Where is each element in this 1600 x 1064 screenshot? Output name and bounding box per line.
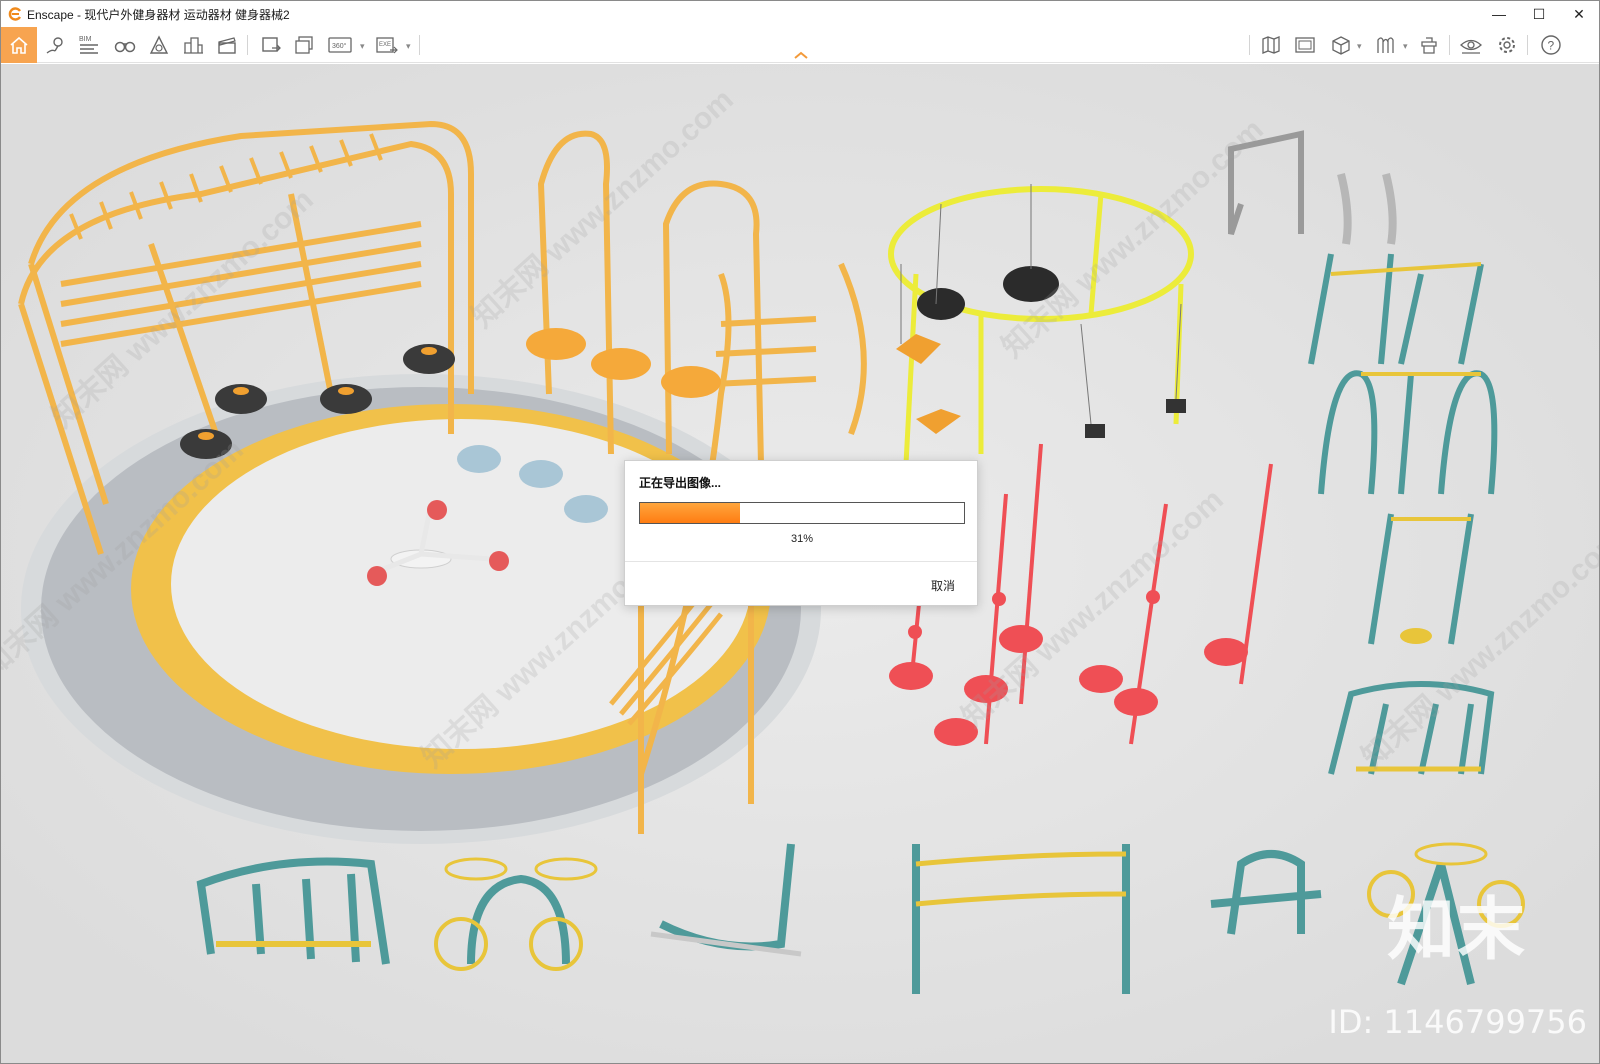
cancel-button[interactable]: 取消: [931, 577, 955, 594]
light-view-icon: [149, 35, 169, 54]
cube-dropdown-icon[interactable]: ▾: [1357, 41, 1362, 52]
cube-button[interactable]: [1327, 31, 1355, 59]
asset-dropdown-icon[interactable]: ▾: [1403, 41, 1408, 52]
panorama-360-icon: 360°: [328, 37, 352, 53]
panorama-dropdown-icon[interactable]: ▾: [360, 41, 365, 52]
batch-render-icon: [295, 36, 313, 54]
location-pin-button[interactable]: [41, 31, 69, 59]
export-progress-dialog: 正在导出图像... 31% 取消: [624, 460, 978, 606]
home-icon: [10, 36, 28, 54]
watermark-id: ID: 1146799756: [1328, 1003, 1587, 1041]
binoculars-button[interactable]: [111, 31, 139, 59]
location-pin-icon: [46, 37, 63, 54]
material-button[interactable]: [1415, 31, 1443, 59]
bim-icon: BIM: [79, 36, 98, 54]
clapperboard-button[interactable]: [213, 31, 241, 59]
image-viewer-button[interactable]: [1291, 31, 1319, 59]
buildings-button[interactable]: [179, 31, 207, 59]
panorama-button[interactable]: 360°: [327, 31, 357, 59]
export-exe-button[interactable]: EXE: [373, 31, 401, 59]
window-title: Enscape - 现代户外健身器材 运动器材 健身器械2: [27, 7, 290, 22]
close-button[interactable]: ✕: [1559, 1, 1599, 27]
settings-gear-icon: [1499, 37, 1515, 53]
panorama-label: 360°: [332, 42, 347, 50]
screenshot-icon: [262, 37, 281, 52]
toolbar-separator: [1527, 35, 1528, 55]
asset-library-button[interactable]: [1371, 31, 1399, 59]
settings-button[interactable]: [1493, 31, 1521, 59]
minimize-button[interactable]: —: [1479, 1, 1519, 27]
title-bar: Enscape - 现代户外健身器材 运动器材 健身器械2 — ☐ ✕: [1, 1, 1599, 27]
progress-bar-fill: [640, 503, 741, 523]
enscape-window: Enscape - 现代户外健身器材 运动器材 健身器械2 — ☐ ✕ BIM: [0, 0, 1600, 1064]
buildings-icon: [184, 37, 203, 54]
map-icon: [1262, 36, 1280, 54]
help-button[interactable]: ?: [1537, 31, 1565, 59]
light-view-button[interactable]: [145, 31, 173, 59]
map-button[interactable]: [1257, 31, 1285, 59]
maximize-button[interactable]: ☐: [1519, 1, 1559, 27]
cube-icon: [1332, 36, 1350, 55]
asset-library-icon: [1377, 37, 1394, 53]
bim-button[interactable]: BIM: [75, 31, 103, 59]
clapperboard-icon: [218, 37, 236, 54]
toolbar-separator: [419, 35, 420, 55]
help-icon: ?: [1541, 35, 1561, 55]
screenshot-button[interactable]: [257, 31, 285, 59]
toolbar-separator: [1449, 35, 1450, 55]
toolbar-separator: [1249, 35, 1250, 55]
image-viewer-icon: [1295, 37, 1315, 53]
window-controls: — ☐ ✕: [1479, 1, 1599, 27]
eye-button[interactable]: [1457, 31, 1485, 59]
dialog-title: 正在导出图像...: [639, 476, 722, 490]
export-dropdown-icon[interactable]: ▾: [406, 41, 411, 52]
material-icon: [1421, 37, 1437, 54]
svg-text:?: ?: [1548, 39, 1555, 53]
enscape-logo-icon: [8, 7, 22, 21]
progress-bar: [639, 502, 965, 524]
batch-render-button[interactable]: [291, 31, 319, 59]
home-button[interactable]: [1, 27, 37, 63]
binoculars-icon: [114, 41, 136, 53]
bim-label: BIM: [79, 36, 92, 43]
watermark-logo: 知末: [1386, 891, 1527, 970]
toolbar-separator: [247, 35, 248, 55]
export-exe-icon: EXE: [376, 37, 398, 54]
progress-percent: 31%: [790, 533, 814, 545]
collapse-toolbar-chevron-icon[interactable]: [791, 49, 811, 61]
dialog-divider: [625, 561, 977, 562]
playground-pad: [21, 374, 821, 844]
eye-icon: [1460, 39, 1482, 54]
export-exe-label: EXE: [379, 42, 391, 48]
